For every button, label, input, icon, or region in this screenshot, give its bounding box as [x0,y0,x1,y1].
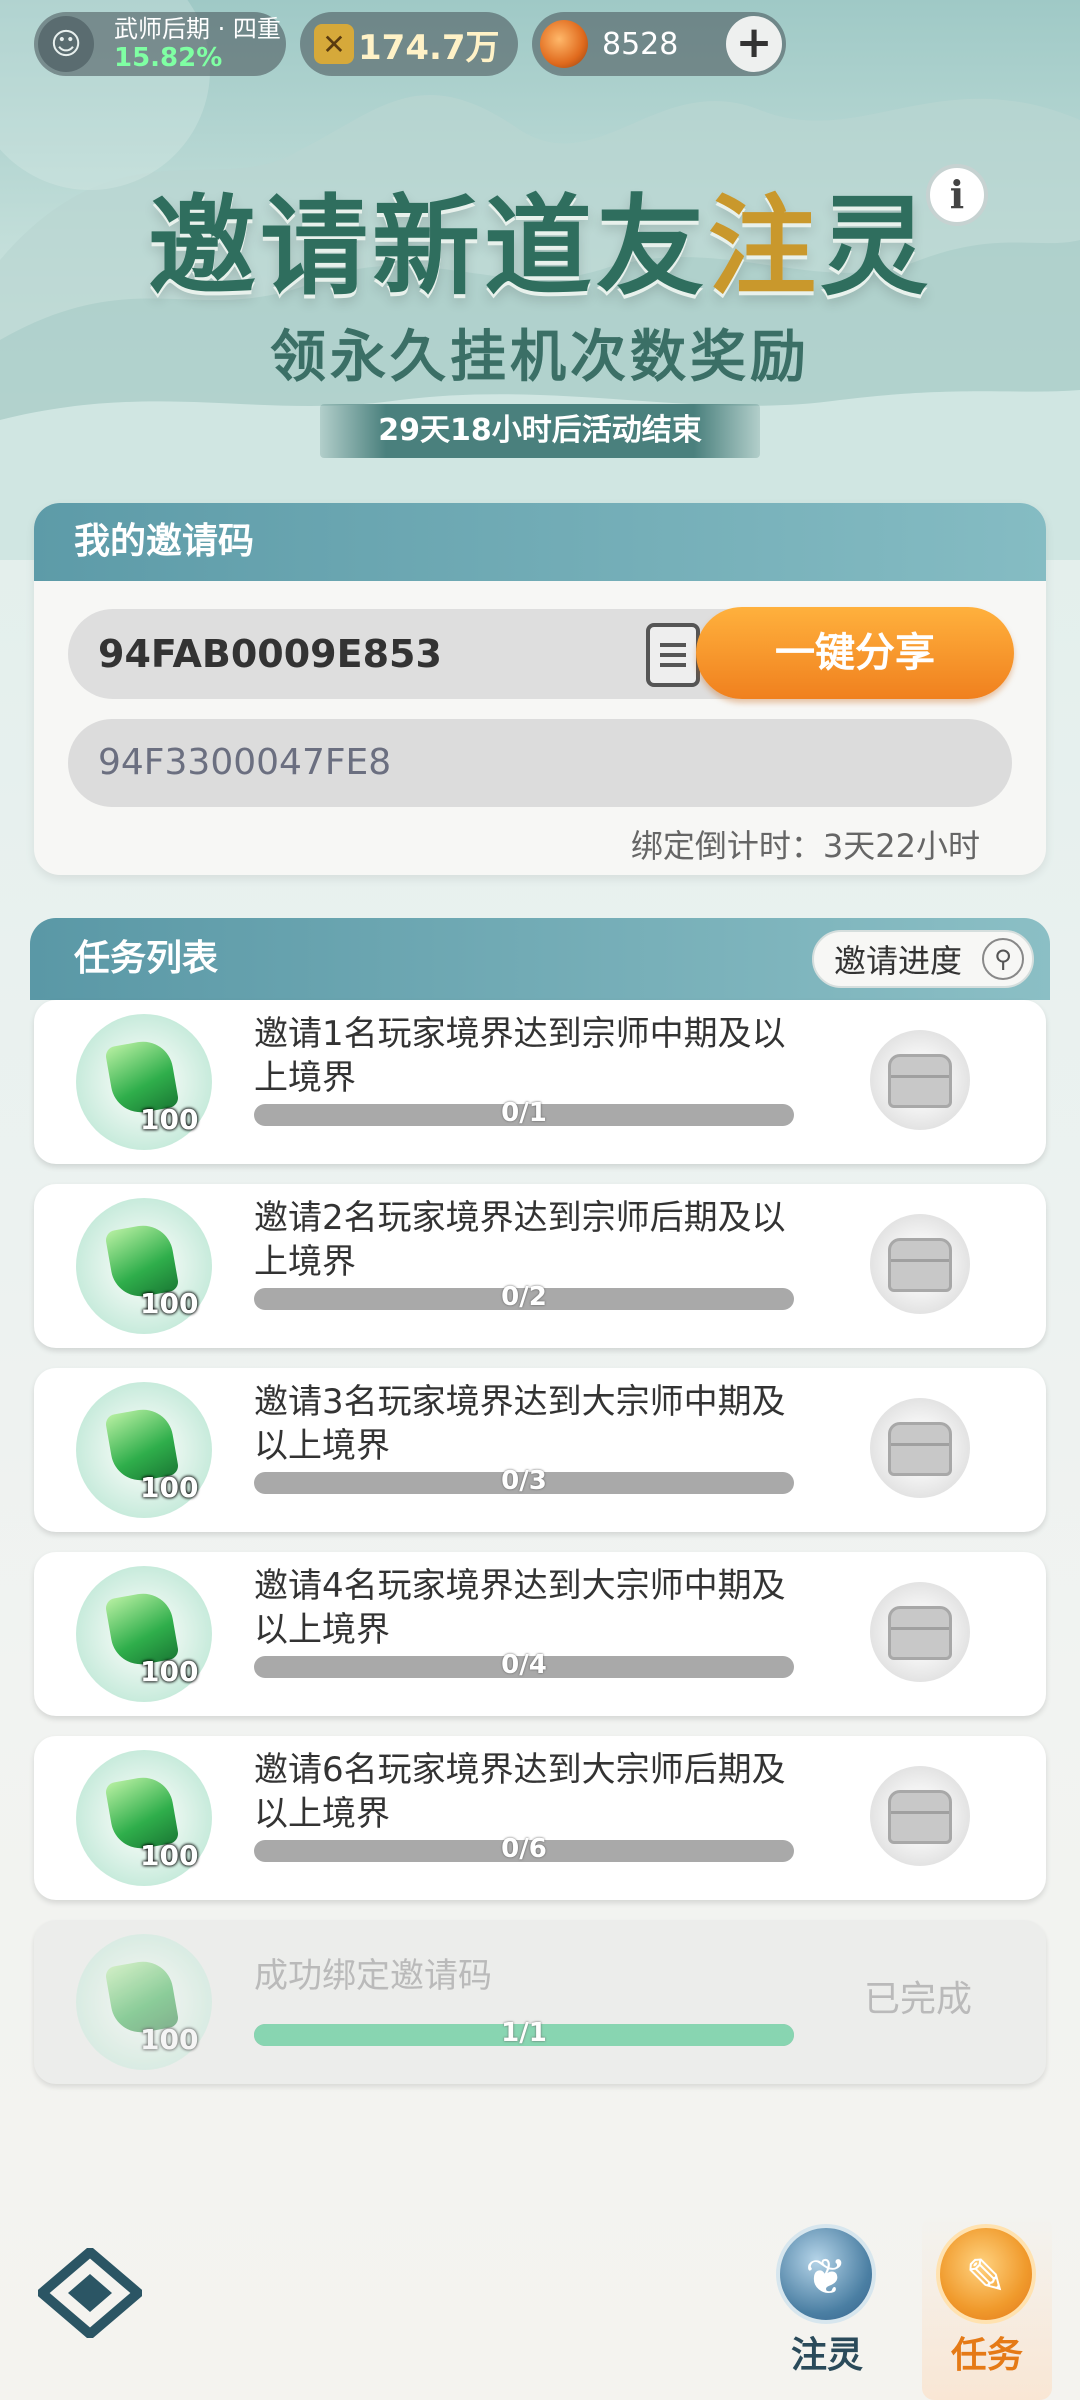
task-description: 邀请6名玩家境界达到大宗师后期及以上境界 [254,1750,786,1834]
reward-item[interactable]: 100 [76,1750,212,1886]
reward-count: 100 [140,1287,199,1320]
leaf-icon: ❦ [776,2224,876,2324]
add-currency-button[interactable]: + [726,16,782,72]
task-item: 100 邀请2名玩家境界达到宗师后期及以上境界 0/2 [34,1184,1046,1348]
player-rank-pill[interactable]: ☺ 武师后期 · 四重 15.82% [34,12,286,76]
treasure-chest-icon[interactable] [870,1766,970,1866]
title-part-2: 灵 [820,185,933,310]
task-progress-bar: 0/4 [254,1650,794,1680]
task-progress-bar: 0/6 [254,1834,794,1864]
event-subtitle: 领永久挂机次数奖励 [270,325,810,390]
reward-count: 100 [140,1839,199,1872]
task-description: 邀请1名玩家境界达到宗师中期及以上境界 [254,1014,786,1098]
task-progress-text: 1/1 [501,2018,547,2048]
nav-tab-inject-label: 注灵 [790,2335,863,2376]
add-person-icon: ⚲ [982,938,1024,980]
task-progress-bar: 1/1 [254,2018,794,2048]
treasure-chest-icon[interactable] [870,1030,970,1130]
rank-progress: 15.82% [114,43,223,73]
task-progress-bar: 0/3 [254,1466,794,1496]
title-part-1: 邀请新道友 [147,185,708,310]
treasure-chest-icon[interactable] [870,1398,970,1498]
task-progress-text: 0/1 [501,1098,547,1128]
task-item-completed: 100 成功绑定邀请码 1/1 已完成 [34,1920,1046,2084]
combat-power-value: 174.7万 [358,27,500,68]
reward-count: 100 [140,1103,199,1136]
task-progress-text: 0/3 [501,1466,547,1496]
event-title-text: 邀请新道友注灵 [148,185,932,310]
task-progress-bar: 0/1 [254,1098,794,1128]
nav-tab-task-label: 任务 [950,2335,1023,2376]
rank-title: 武师后期 · 四重 [114,15,281,43]
invite-progress-label: 邀请进度 [834,942,963,980]
event-title: 邀请新道友注灵 [0,160,1080,316]
share-button[interactable]: 一键分享 [696,607,1014,699]
invite-code-card: 我的邀请码 94FAB0009E853 一键分享 94F3300047FE8 绑… [34,503,1046,875]
scroll-icon: ✎ [936,2224,1036,2324]
crossed-swords-icon: ✕ [314,24,354,64]
reward-item[interactable]: 100 [76,1198,212,1334]
bound-invite-code-field[interactable]: 94F3300047FE8 [68,719,1012,807]
treasure-chest-icon[interactable] [870,1582,970,1682]
title-highlight: 注 [707,185,820,310]
reward-item[interactable]: 100 [76,1566,212,1702]
reward-count: 100 [140,2023,199,2056]
task-description: 邀请4名玩家境界达到大宗师中期及以上境界 [254,1566,786,1650]
event-timer-banner: 29天18小时后活动结束 [320,404,760,458]
reward-item: 100 [76,1934,212,2070]
copy-icon[interactable] [646,623,700,687]
combat-power-pill: ✕ 174.7万 [300,12,518,76]
task-completed-status: 已完成 [864,1979,973,2020]
reward-item[interactable]: 100 [76,1014,212,1150]
reward-item[interactable]: 100 [76,1382,212,1518]
task-description: 邀请3名玩家境界达到大宗师中期及以上境界 [254,1382,786,1466]
player-avatar-icon: ☺ [38,16,94,72]
task-description: 邀请2名玩家境界达到宗师后期及以上境界 [254,1198,786,1282]
invite-code-heading: 我的邀请码 [34,503,1046,581]
info-button[interactable]: i [926,164,988,226]
currency-value: 8528 [602,26,679,62]
task-progress-text: 0/4 [501,1650,547,1680]
task-item: 100 邀请3名玩家境界达到大宗师中期及以上境界 0/3 [34,1368,1046,1532]
task-item: 100 邀请4名玩家境界达到大宗师中期及以上境界 0/4 [34,1552,1046,1716]
bound-invite-code: 94F3300047FE8 [98,742,392,783]
task-progress-bar: 0/2 [254,1282,794,1312]
task-description: 成功绑定邀请码 [254,1956,492,1996]
nav-tab-inject[interactable]: ❦ 注灵 [762,2216,892,2400]
task-progress-text: 0/6 [501,1834,547,1864]
menu-logo-icon[interactable] [38,2248,142,2338]
currency-coin-icon [540,20,588,68]
nav-tab-task[interactable]: ✎ 任务 [922,2216,1052,2400]
task-item: 100 邀请1名玩家境界达到宗师中期及以上境界 0/1 [34,1000,1046,1164]
top-status-bar: ☺ 武师后期 · 四重 15.82% ✕ 174.7万 8528 + [34,12,1046,76]
reward-count: 100 [140,1655,199,1688]
reward-count: 100 [140,1471,199,1504]
invite-progress-button[interactable]: 邀请进度 ⚲ [812,930,1034,988]
task-item: 100 邀请6名玩家境界达到大宗师后期及以上境界 0/6 [34,1736,1046,1900]
bind-countdown: 绑定倒计时：3天22小时 [630,827,980,865]
task-list-panel: 任务列表 邀请进度 ⚲ 100 邀请1名玩家境界达到宗师中期及以上境界 0/1 … [30,918,1050,2088]
task-progress-text: 0/2 [501,1282,547,1312]
treasure-chest-icon[interactable] [870,1214,970,1314]
currency-pill: 8528 + [532,12,786,76]
my-invite-code: 94FAB0009E853 [98,632,442,676]
